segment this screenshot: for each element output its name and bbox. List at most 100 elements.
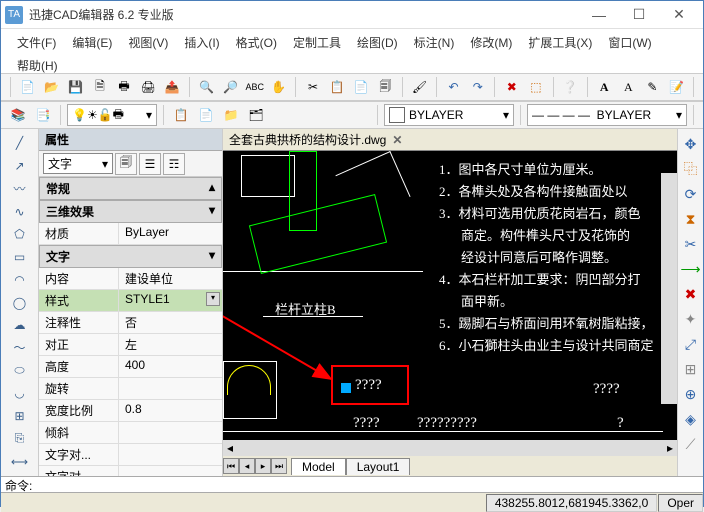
close-button[interactable]: ✕ — [659, 3, 699, 27]
prop-ta2[interactable] — [119, 466, 222, 476]
brush-icon[interactable]: ⟋ — [680, 433, 702, 455]
grip-icon[interactable]: ◈ — [680, 408, 702, 430]
color-dropdown[interactable]: BYLAYER▾ — [384, 104, 514, 126]
menu-view[interactable]: 视图(V) — [120, 31, 176, 54]
help-icon[interactable]: ❔ — [559, 76, 580, 98]
ellipse-arc-icon[interactable]: ◡ — [6, 383, 34, 404]
export-icon[interactable]: 🗎 — [89, 76, 110, 98]
tab-nav-last[interactable]: ⏭ — [271, 458, 287, 474]
text-a2-icon[interactable]: A — [618, 76, 639, 98]
layer-state-dropdown[interactable]: 💡☀🔓🖶 ▾ — [67, 104, 157, 126]
selected-text-grip[interactable] — [341, 383, 351, 393]
dim-icon[interactable]: ⟷ — [6, 451, 34, 472]
text-style-icon[interactable]: 📝 — [666, 76, 687, 98]
arc-icon[interactable]: ◠ — [6, 269, 34, 290]
mirror-icon[interactable]: ⧗ — [680, 208, 702, 230]
group-3d[interactable]: 三维效果▾ — [39, 200, 222, 223]
stretch-icon[interactable]: ⤢ — [680, 333, 702, 355]
tab-layout1[interactable]: Layout1 — [346, 458, 411, 475]
publish-icon[interactable]: 📤 — [162, 76, 183, 98]
group-general[interactable]: 常规▴ — [39, 177, 222, 200]
circle-icon[interactable]: ◯ — [6, 292, 34, 313]
ellipse-icon[interactable]: ⬭ — [6, 360, 34, 381]
save-icon[interactable]: 💾 — [65, 76, 86, 98]
trim-icon[interactable]: ✂ — [680, 233, 702, 255]
prop-btn3[interactable]: ☶ — [163, 153, 185, 175]
match-icon[interactable]: 🖌 — [409, 76, 430, 98]
menu-draw[interactable]: 绘图(D) — [349, 31, 406, 54]
tab-model[interactable]: Model — [291, 458, 346, 475]
extend-icon[interactable]: ⟶ — [680, 258, 702, 280]
menu-insert[interactable]: 插入(I) — [176, 31, 227, 54]
insert-icon[interactable]: ⎘ — [6, 429, 34, 450]
layer-tool4-icon[interactable]: 🗂 — [245, 104, 267, 126]
print-icon[interactable]: 🖨 — [138, 76, 159, 98]
menu-file[interactable]: 文件(F) — [9, 31, 64, 54]
array-icon[interactable]: ⊞ — [680, 358, 702, 380]
vertical-scrollbar[interactable] — [661, 173, 677, 404]
rect-icon[interactable]: ▭ — [6, 247, 34, 268]
polygon-icon[interactable]: ⬠ — [6, 224, 34, 245]
prop-justify[interactable]: 左 — [119, 334, 222, 355]
group-text[interactable]: 文字▾ — [39, 245, 222, 268]
layer-tool1-icon[interactable]: 📋 — [170, 104, 192, 126]
clone-icon[interactable]: 🗐 — [375, 76, 396, 98]
move-icon[interactable]: ✥ — [680, 133, 702, 155]
prop-rotation[interactable] — [119, 378, 222, 399]
line-icon[interactable]: ╱ — [6, 133, 34, 154]
linetype-dropdown[interactable]: — — — — BYLAYER▾ — [527, 104, 687, 126]
copy2-icon[interactable]: ⿻ — [680, 158, 702, 180]
text-edit-icon[interactable]: ✎ — [642, 76, 663, 98]
delete-icon[interactable]: ✖ — [501, 76, 522, 98]
menu-help[interactable]: 帮助(H) — [9, 54, 66, 77]
prop-btn1[interactable]: 🗐 — [115, 153, 137, 175]
xline-icon[interactable]: ↗ — [6, 156, 34, 177]
open-icon[interactable]: 📂 — [41, 76, 62, 98]
layer-tool3-icon[interactable]: 📁 — [220, 104, 242, 126]
tab-nav-first[interactable]: ⏮ — [223, 458, 239, 474]
maximize-button[interactable]: ☐ — [619, 3, 659, 27]
find-icon[interactable]: 🔍 — [196, 76, 217, 98]
menu-format[interactable]: 格式(O) — [228, 31, 285, 54]
rotate-icon[interactable]: ⟳ — [680, 183, 702, 205]
cloud-icon[interactable]: ☁ — [6, 315, 34, 336]
tab-nav-prev[interactable]: ◂ — [239, 458, 255, 474]
undo-icon[interactable]: ↶ — [443, 76, 464, 98]
prop-style[interactable]: STYLE1▾ — [119, 290, 222, 311]
paste-icon[interactable]: 📄 — [351, 76, 372, 98]
layer-tool2-icon[interactable]: 📄 — [195, 104, 217, 126]
new-icon[interactable]: 📄 — [17, 76, 38, 98]
join-icon[interactable]: ⊕ — [680, 383, 702, 405]
selection-filter[interactable]: 文字▾ — [43, 153, 113, 174]
menu-edit[interactable]: 编辑(E) — [64, 31, 120, 54]
menu-customtools[interactable]: 定制工具 — [285, 31, 349, 54]
minimize-button[interactable]: — — [579, 3, 619, 27]
polyline-icon[interactable]: 〰 — [6, 178, 34, 199]
command-line[interactable]: 命令: — [1, 476, 703, 492]
layer-mgr-icon[interactable]: 📚 — [7, 104, 29, 126]
prop-oblique[interactable] — [119, 422, 222, 443]
redo-icon[interactable]: ↷ — [467, 76, 488, 98]
cut-icon[interactable]: ✂ — [302, 76, 323, 98]
menu-dim[interactable]: 标注(N) — [406, 31, 463, 54]
spline2-icon[interactable]: 〜 — [6, 338, 34, 359]
menu-window[interactable]: 窗口(W) — [600, 31, 659, 54]
document-tab[interactable]: 全套古典拱桥的结构设计.dwg✕ — [223, 129, 677, 151]
horizontal-scrollbar[interactable]: ◂ ▸ — [223, 440, 677, 456]
erase-icon[interactable]: ✖ — [680, 283, 702, 305]
canvas[interactable]: 栏杆立柱B 1．图中各尺寸单位为厘米。 2．各榫头处及各构件接触面处以 3．材料… — [223, 151, 677, 440]
print-preview-icon[interactable]: 🖶 — [114, 76, 135, 98]
close-doc-icon[interactable]: ✕ — [392, 133, 402, 147]
layer-mgr2-icon[interactable]: 📑 — [32, 104, 54, 126]
menu-ext[interactable]: 扩展工具(X) — [520, 31, 600, 54]
explode-icon[interactable]: ✦ — [680, 308, 702, 330]
prop-material[interactable]: ByLayer — [119, 223, 222, 244]
pan-icon[interactable]: ✋ — [268, 76, 289, 98]
prop-height[interactable]: 400 — [119, 356, 222, 377]
menu-modify[interactable]: 修改(M) — [462, 31, 520, 54]
copy-icon[interactable]: 📋 — [327, 76, 348, 98]
prop-content[interactable]: 建设单位 — [119, 268, 222, 289]
zoom-icon[interactable]: 🔎 — [220, 76, 241, 98]
prop-btn2[interactable]: ☰ — [139, 153, 161, 175]
block-icon[interactable]: ⊞ — [6, 406, 34, 427]
